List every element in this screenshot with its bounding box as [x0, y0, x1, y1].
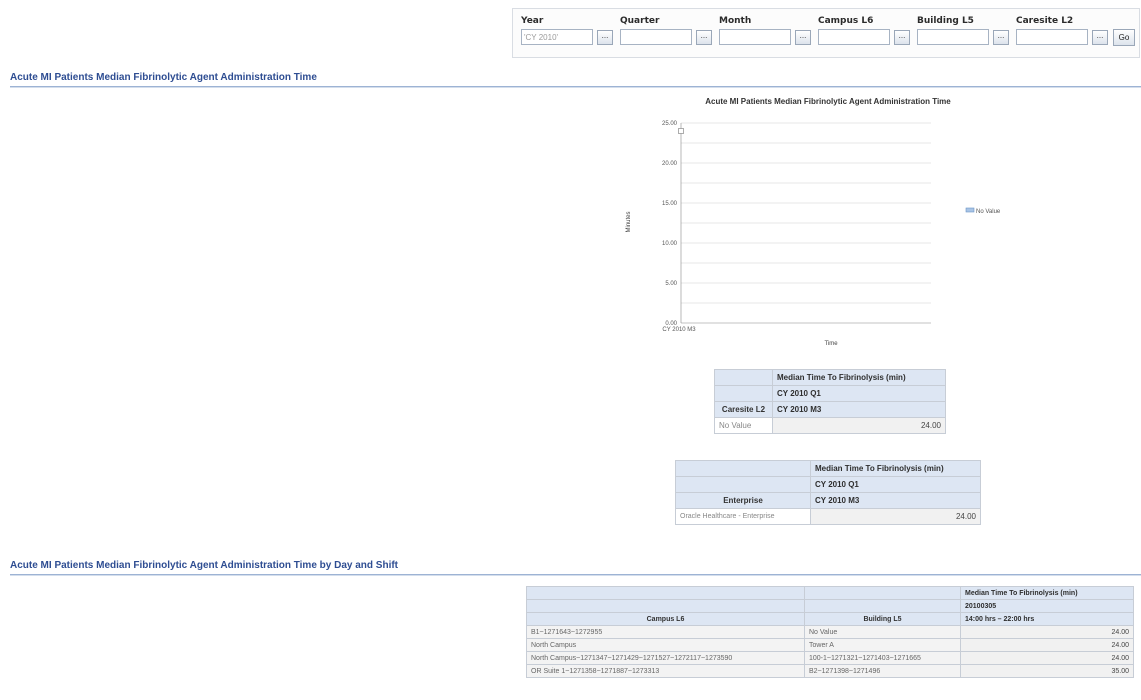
prompt-label-month: Month — [719, 16, 752, 26]
date-header: 20100305 — [960, 599, 1134, 613]
table-row: North Campus Tower A 24.00 — [526, 638, 1134, 652]
caresite-browse-button[interactable]: ... — [1092, 29, 1108, 45]
value-cell: 35.00 — [960, 664, 1134, 678]
prompt-bar: Year 'CY 2010'... Quarter ... Month ... … — [512, 8, 1140, 58]
campus-cell: North Campus — [526, 638, 805, 652]
quarter-header: CY 2010 Q1 — [772, 385, 946, 402]
chart-title: Acute MI Patients Median Fibrinolytic Ag… — [705, 97, 951, 106]
value-cell: 24.00 — [960, 651, 1134, 665]
x-tick-label: CY 2010 M3 — [662, 327, 696, 333]
chart-legend: No Value — [965, 207, 1001, 215]
campus-browse-button[interactable]: ... — [894, 29, 910, 45]
campus-input[interactable] — [818, 29, 890, 45]
prompt-year: Year 'CY 2010'... — [521, 16, 613, 45]
prompt-label-year: Year — [521, 16, 544, 26]
prompt-month: Month ... — [719, 16, 811, 45]
prompt-label-building: Building L5 — [917, 16, 974, 26]
pivot-corner — [675, 476, 811, 493]
pivot-corner — [526, 586, 805, 600]
row-value: 24.00 — [810, 508, 981, 525]
table-row: OR Suite 1~1271358~1271887~1273313 B2~12… — [526, 664, 1134, 678]
enterprise-pivot-table: Median Time To Fibrinolysis (min) CY 201… — [675, 460, 981, 525]
y-axis-title: Minutes — [626, 211, 632, 232]
campus-cell: North Campus~1271347~1271429~1271527~127… — [526, 651, 805, 665]
campus-column-header: Campus L6 — [526, 612, 805, 626]
pivot-corner — [804, 586, 961, 600]
x-axis-title: Time — [824, 341, 838, 347]
year-browse-button[interactable]: ... — [597, 29, 613, 45]
prompt-caresite: Caresite L2 ... — [1016, 16, 1108, 45]
x-axis-ticks: CY 2010 M3 — [662, 327, 696, 333]
y-tick-label: 15.00 — [662, 201, 678, 207]
y-tick-label: 20.00 — [662, 161, 678, 167]
section-title-admin-time: Acute MI Patients Median Fibrinolytic Ag… — [10, 72, 317, 83]
building-column-header: Building L5 — [804, 612, 961, 626]
chart-grid — [680, 122, 931, 324]
month-input[interactable] — [719, 29, 791, 45]
building-cell: 100-1~1271321~1271403~1271665 — [804, 651, 961, 665]
prompt-label-caresite: Caresite L2 — [1016, 16, 1074, 26]
caresite-pivot-table: Median Time To Fibrinolysis (min) CY 201… — [714, 369, 946, 434]
y-axis-ticks: 0.005.0010.0015.0020.0025.00 — [662, 121, 678, 327]
y-tick-label: 10.00 — [662, 241, 678, 247]
building-cell: No Value — [804, 625, 961, 639]
row-dimension-header: Enterprise — [675, 492, 811, 509]
building-cell: Tower A — [804, 638, 961, 652]
row-label: No Value — [714, 417, 773, 434]
prompt-label-campus: Campus L6 — [818, 16, 874, 26]
pivot-corner — [526, 599, 805, 613]
prompt-building: Building L5 ... — [917, 16, 1009, 45]
table-row: Oracle Healthcare - Enterprise 24.00 — [675, 508, 981, 525]
prompt-campus: Campus L6 ... — [818, 16, 910, 45]
y-tick-label: 25.00 — [662, 121, 678, 127]
row-dimension-header: Caresite L2 — [714, 401, 773, 418]
legend-swatch — [965, 207, 975, 213]
value-cell: 24.00 — [960, 625, 1134, 639]
row-value: 24.00 — [772, 417, 946, 434]
measure-header: Median Time To Fibrinolysis (min) — [810, 460, 981, 477]
row-label: Oracle Healthcare - Enterprise — [675, 508, 811, 525]
quarter-header: CY 2010 Q1 — [810, 476, 981, 493]
pivot-corner — [714, 369, 773, 386]
quarter-input[interactable] — [620, 29, 692, 45]
quarter-browse-button[interactable]: ... — [696, 29, 712, 45]
pivot-corner — [714, 385, 773, 402]
day-shift-pivot-table: Median Time To Fibrinolysis (min) 201003… — [526, 586, 1134, 678]
line-chart: Acute MI Patients Median Fibrinolytic Ag… — [626, 97, 1001, 347]
year-input[interactable]: 'CY 2010' — [521, 29, 593, 45]
pivot-corner — [804, 599, 961, 613]
table-row: B1~1271643~1272955 No Value 24.00 — [526, 625, 1134, 639]
go-button[interactable]: Go — [1113, 29, 1135, 46]
value-cell: 24.00 — [960, 638, 1134, 652]
section-divider — [10, 86, 1141, 88]
data-point — [678, 128, 684, 134]
table-row: North Campus~1271347~1271429~1271527~127… — [526, 651, 1134, 665]
shift-header: 14:00 hrs – 22:00 hrs — [960, 612, 1134, 626]
building-cell: B2~1271398~1271496 — [804, 664, 961, 678]
building-browse-button[interactable]: ... — [993, 29, 1009, 45]
section-divider — [10, 574, 1141, 576]
pivot-corner — [675, 460, 811, 477]
month-browse-button[interactable]: ... — [795, 29, 811, 45]
building-input[interactable] — [917, 29, 989, 45]
prompt-quarter: Quarter ... — [620, 16, 712, 45]
chart-series — [678, 128, 684, 134]
table-row: No Value 24.00 — [714, 417, 946, 434]
y-tick-label: 5.00 — [665, 281, 677, 287]
campus-cell: B1~1271643~1272955 — [526, 625, 805, 639]
prompt-label-quarter: Quarter — [620, 16, 660, 26]
section-title-day-shift: Acute MI Patients Median Fibrinolytic Ag… — [10, 560, 399, 571]
caresite-input[interactable] — [1016, 29, 1088, 45]
campus-cell: OR Suite 1~1271358~1271887~1273313 — [526, 664, 805, 678]
month-header: CY 2010 M3 — [810, 492, 981, 509]
measure-header: Median Time To Fibrinolysis (min) — [772, 369, 946, 386]
measure-header: Median Time To Fibrinolysis (min) — [960, 586, 1134, 600]
legend-label: No Value — [976, 209, 1001, 215]
month-header: CY 2010 M3 — [772, 401, 946, 418]
